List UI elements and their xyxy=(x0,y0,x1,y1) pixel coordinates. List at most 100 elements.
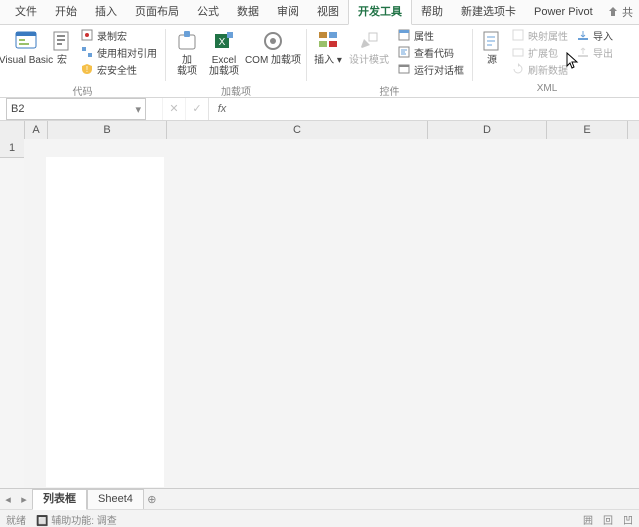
macro-security-label: 宏安全性 xyxy=(97,62,137,77)
com-addins-icon xyxy=(261,29,285,53)
sheet-nav-next[interactable]: ▸ xyxy=(16,493,32,506)
relative-ref-icon xyxy=(80,45,94,59)
cursor-placeholder xyxy=(574,61,615,77)
expansion-pack-button[interactable]: 扩展包 xyxy=(509,44,570,60)
add-sheet-button[interactable]: ⊕ xyxy=(144,493,160,506)
fx-button[interactable]: fx xyxy=(208,98,231,120)
design-mode-button[interactable]: 设计模式 xyxy=(347,27,391,66)
col-header-D[interactable]: D xyxy=(428,121,547,139)
view-pagebreak-button[interactable]: 凹 xyxy=(623,512,633,527)
col-header-B[interactable]: B xyxy=(48,121,167,139)
ribbon: Visual Basic 宏 录制宏 使用相对引用 ! 宏安全性 xyxy=(0,25,639,98)
xml-export-button[interactable]: 导出 xyxy=(574,44,615,60)
refresh-data-button[interactable]: 刷新数据 xyxy=(509,61,570,77)
run-dialog-button[interactable]: 运行对话框 xyxy=(395,61,466,77)
relative-ref-button[interactable]: 使用相对引用 xyxy=(78,44,159,60)
tab-powerpivot[interactable]: Power Pivot xyxy=(525,0,602,24)
share-button[interactable]: 共 xyxy=(607,4,633,20)
col-header-E[interactable]: E xyxy=(547,121,628,139)
excel-addins-button[interactable]: X Excel 加载项 xyxy=(206,27,242,77)
view-code-label: 查看代码 xyxy=(414,45,454,60)
cells-area[interactable] xyxy=(24,139,639,488)
macro-security-icon: ! xyxy=(80,62,94,76)
sheet-tab-0[interactable]: 列表框 xyxy=(32,489,87,510)
name-box[interactable]: B2 ▾ xyxy=(6,98,146,120)
addins-label: 加 载项 xyxy=(177,55,197,77)
visual-basic-label: Visual Basic xyxy=(0,55,53,66)
xml-source-label: 源 xyxy=(487,55,497,66)
relative-ref-label: 使用相对引用 xyxy=(97,45,157,60)
tab-pagelayout[interactable]: 页面布局 xyxy=(126,0,188,24)
map-properties-label: 映射属性 xyxy=(528,28,568,43)
status-accessibility[interactable]: 🔲 辅助功能: 调查 xyxy=(36,512,117,527)
svg-text:!: ! xyxy=(86,65,88,74)
formula-input[interactable] xyxy=(231,99,639,119)
view-code-button[interactable]: 查看代码 xyxy=(395,44,466,60)
formula-cancel-button[interactable]: ✕ xyxy=(162,98,185,120)
macros-button[interactable]: 宏 xyxy=(50,27,74,66)
tab-data[interactable]: 数据 xyxy=(228,0,268,24)
group-xml-label: XML xyxy=(479,83,615,97)
tab-view[interactable]: 视图 xyxy=(308,0,348,24)
macros-icon xyxy=(50,29,74,53)
record-macro-button[interactable]: 录制宏 xyxy=(78,27,159,43)
tab-file[interactable]: 文件 xyxy=(6,0,46,24)
macro-security-button[interactable]: ! 宏安全性 xyxy=(78,61,159,77)
sheet-tab-bar: ◂ ▸ 列表框 Sheet4 ⊕ xyxy=(0,488,639,509)
insert-control-label: 插入 ▾ xyxy=(314,55,342,66)
view-normal-button[interactable]: 囲 xyxy=(583,512,593,527)
tab-formulas[interactable]: 公式 xyxy=(188,0,228,24)
row-header-1[interactable]: 1 xyxy=(0,139,24,158)
com-addins-button[interactable]: COM 加载项 xyxy=(246,27,300,66)
xml-source-button[interactable]: 源 xyxy=(479,27,505,66)
tab-developer[interactable]: 开发工具 xyxy=(348,0,412,25)
select-all-corner[interactable] xyxy=(0,121,25,139)
insert-control-icon xyxy=(316,29,340,53)
import-icon xyxy=(576,28,590,42)
visual-basic-button[interactable]: Visual Basic xyxy=(6,27,46,66)
svg-text:X: X xyxy=(219,37,226,48)
sheet-nav-prev[interactable]: ◂ xyxy=(0,493,16,506)
addins-button[interactable]: 加 载项 xyxy=(172,27,202,77)
group-controls: 插入 ▾ 设计模式 属性 查看代码 运行对话框 xyxy=(307,25,472,97)
map-properties-icon xyxy=(511,28,525,42)
refresh-data-label: 刷新数据 xyxy=(528,62,568,77)
properties-icon xyxy=(397,28,411,42)
worksheet-grid[interactable]: A B C D E 1 xyxy=(0,121,639,488)
formula-bar: B2 ▾ ✕ ✓ fx xyxy=(0,98,639,121)
tab-home[interactable]: 开始 xyxy=(46,0,86,24)
expansion-pack-icon xyxy=(511,45,525,59)
col-header-C[interactable]: C xyxy=(167,121,428,139)
view-pagelayout-button[interactable]: 回 xyxy=(603,512,613,527)
tab-review[interactable]: 审阅 xyxy=(268,0,308,24)
row-headers: 1 xyxy=(0,139,25,158)
macros-label: 宏 xyxy=(57,55,67,66)
status-ready: 就绪 xyxy=(6,512,26,527)
tab-insert[interactable]: 插入 xyxy=(86,0,126,24)
group-addins-label: 加载项 xyxy=(172,83,300,97)
excel-addins-icon: X xyxy=(212,29,236,53)
formula-enter-button[interactable]: ✓ xyxy=(185,98,208,120)
share-label: 共 xyxy=(622,4,633,20)
col-header-A[interactable]: A xyxy=(25,121,48,139)
tab-help[interactable]: 帮助 xyxy=(412,0,452,24)
xml-export-label: 导出 xyxy=(593,45,613,60)
export-icon xyxy=(576,45,590,59)
chevron-down-icon[interactable]: ▾ xyxy=(135,103,141,116)
column-headers: A B C D E xyxy=(0,121,639,140)
content-block xyxy=(46,157,164,487)
map-properties-button[interactable]: 映射属性 xyxy=(509,27,570,43)
refresh-icon xyxy=(511,62,525,76)
fx-label: fx xyxy=(214,103,227,115)
name-box-value: B2 xyxy=(11,103,24,115)
insert-control-button[interactable]: 插入 ▾ xyxy=(313,27,343,66)
group-xml: 源 映射属性 扩展包 刷新数据 导入 xyxy=(473,25,621,97)
xml-import-button[interactable]: 导入 xyxy=(574,27,615,43)
properties-button[interactable]: 属性 xyxy=(395,27,466,43)
run-dialog-icon xyxy=(397,62,411,76)
run-dialog-label: 运行对话框 xyxy=(414,62,464,77)
sheet-tab-1[interactable]: Sheet4 xyxy=(87,489,144,509)
tab-newtab[interactable]: 新建选项卡 xyxy=(452,0,525,24)
group-addins: 加 载项 X Excel 加载项 COM 加载项 加载项 xyxy=(166,25,306,97)
xml-import-label: 导入 xyxy=(593,28,613,43)
